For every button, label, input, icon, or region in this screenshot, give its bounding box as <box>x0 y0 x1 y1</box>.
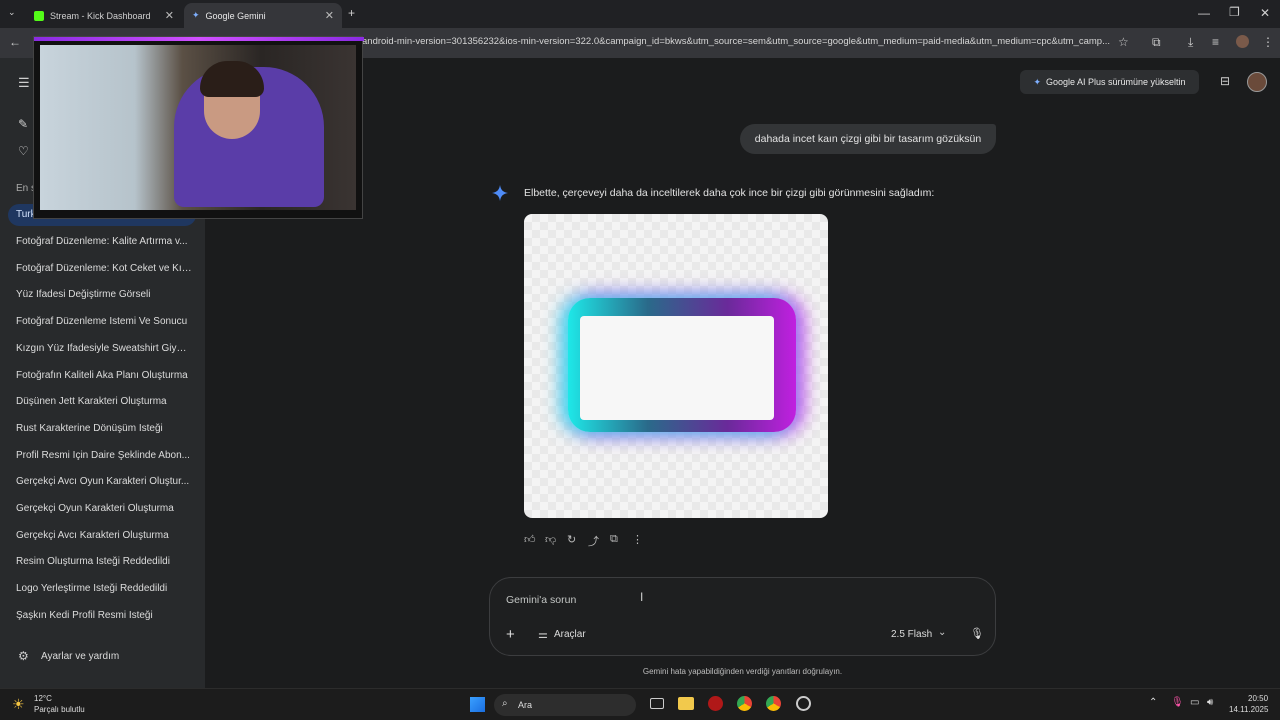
chevron-down-icon[interactable]: ⌄ <box>938 627 946 638</box>
download-icon[interactable]: ⤓ <box>1188 36 1193 48</box>
sidebar-chat-item[interactable]: Profil Resmi İçin Daire Şeklinde Abon... <box>16 450 192 461</box>
search-label: Ara <box>518 700 533 710</box>
sidebar-chat-item[interactable]: Gerçekçi Avcı Oyun Karakteri Oluştur... <box>16 476 192 487</box>
close-icon[interactable]: ✕ <box>165 9 174 22</box>
gemini-icon: ✦ <box>192 10 200 20</box>
disclaimer: Gemini hata yapabildiğinden verdiği yanı… <box>642 667 843 676</box>
display-icon[interactable]: ▭ <box>1190 697 1199 708</box>
share-icon[interactable]: ⤴ <box>588 533 599 549</box>
volume-icon[interactable]: 🔊︎ <box>1207 697 1213 708</box>
thumbs-down-icon[interactable]: 👎︎ <box>545 533 556 546</box>
chrome-active-icon[interactable] <box>766 696 781 711</box>
browser-tab-bar: ⌄ Stream - Kick Dashboard ✕ ✦ Google Gem… <box>0 0 1280 28</box>
generated-image[interactable] <box>524 214 828 518</box>
tray-chevron-icon[interactable]: ⌃ <box>1149 697 1157 708</box>
sidebar-chat-item[interactable]: Düşünen Jett Karakteri Oluşturma <box>16 396 192 407</box>
tab-label: Stream - Kick Dashboard <box>50 10 151 21</box>
media-icon[interactable]: ≡ <box>1212 36 1219 48</box>
sidebar-chat-item[interactable]: Resim Oluşturma İsteği Reddedildi <box>16 556 192 567</box>
start-icon[interactable] <box>470 697 485 712</box>
search-icon: ⌕ <box>502 698 508 709</box>
window-close-icon[interactable]: ✕ <box>1260 7 1270 19</box>
sidebar-chat-item[interactable]: Kızgın Yüz İfadesiyle Sweatshirt Giydi..… <box>16 343 192 354</box>
weather-icon: ☀ <box>12 696 25 712</box>
more-menu-icon[interactable]: ⋮ <box>1262 36 1274 48</box>
tab-google-gemini[interactable]: ✦ Google Gemini ✕ <box>184 3 342 28</box>
new-tab-icon[interactable]: + <box>348 7 355 19</box>
maximize-icon[interactable]: ❐ <box>1229 6 1240 18</box>
frame-center <box>580 316 774 420</box>
tools-button[interactable]: Araçlar <box>554 629 586 640</box>
minimize-icon[interactable]: — <box>1198 7 1210 19</box>
spark-icon: ✦ <box>1033 76 1041 87</box>
model-response: Elbette, çerçeveyi daha da inceltilerek … <box>524 187 935 199</box>
clock-time[interactable]: 20:50 <box>1248 694 1268 703</box>
file-explorer-icon[interactable] <box>678 697 694 710</box>
model-selector[interactable]: 2.5 Flash <box>891 629 932 640</box>
user-message: dahada incet kaın çizgi gibi bir tasarım… <box>740 124 996 154</box>
weather-desc: Parçalı bulutlu <box>34 705 85 714</box>
webcam-border <box>34 37 364 41</box>
bookmark-star-icon[interactable]: ☆ <box>1118 36 1129 48</box>
chrome-icon[interactable] <box>737 696 752 711</box>
sidebar-chat-item[interactable]: Fotoğraf Düzenleme: Kalite Artırma v... <box>16 236 192 247</box>
webcam-overlay <box>33 36 364 219</box>
sidebar-chat-item[interactable]: Gerçekçi Avcı Karakteri Oluşturma <box>16 530 192 541</box>
temporary-chat-icon[interactable]: ⊟ <box>1220 75 1230 87</box>
regenerate-icon[interactable]: ↻ <box>567 533 576 546</box>
sidebar-chat-item[interactable]: Rust Karakterine Dönüşüm İsteği <box>16 423 192 434</box>
close-icon[interactable]: ✕ <box>325 9 334 22</box>
tab-search-icon[interactable]: ⌄ <box>8 8 16 17</box>
tools-icon: ⚌ <box>538 629 548 641</box>
prompt-input-box[interactable]: Gemini'a sorun I + ⚌ Araçlar 2.5 Flash ⌄… <box>489 577 996 656</box>
microphone-tray-icon[interactable]: 🎙︎ <box>1171 697 1184 708</box>
prompt-input[interactable]: Gemini'a sorun <box>506 594 576 606</box>
tab-kick-dashboard[interactable]: Stream - Kick Dashboard ✕ <box>26 3 182 28</box>
thumbs-up-icon[interactable]: 👍︎ <box>524 533 536 546</box>
steam-icon[interactable] <box>796 696 811 711</box>
settings-label[interactable]: Ayarlar ve yardım <box>41 651 161 662</box>
microphone-icon[interactable]: 🎙︎ <box>970 627 984 640</box>
tab-label: Google Gemini <box>205 10 266 21</box>
new-chat-icon[interactable]: ✎ <box>18 118 28 130</box>
more-options-icon[interactable]: ⋮ <box>632 533 643 546</box>
sidebar-chat-item[interactable]: Fotoğrafın Kaliteli Aka Planı Oluşturma <box>16 370 192 381</box>
upgrade-button[interactable]: ✦ Google AI Plus sürümüne yükseltin <box>1020 70 1199 94</box>
kick-icon <box>34 10 44 21</box>
text-cursor-icon: I <box>640 590 644 604</box>
address-bar[interactable]: android-min-version=301356232&ios-min-ve… <box>362 36 1112 47</box>
taskbar: ☀ 12°C Parçalı bulutlu ⌕ Ara ⌃ 🎙︎ ▭ 🔊︎ 2… <box>0 688 1280 720</box>
sidebar-chat-item[interactable]: Gerçekçi Oyun Karakteri Oluşturma <box>16 503 192 514</box>
gems-icon[interactable]: ♡ <box>18 145 29 157</box>
upgrade-label: Google AI Plus sürümüne yükseltin <box>1045 77 1186 87</box>
sidebar-chat-item[interactable]: Şaşkın Kedi Profil Resmi İsteği <box>16 610 192 621</box>
user-avatar[interactable] <box>1247 72 1267 92</box>
sidebar-chat-item[interactable]: Logo Yerleştirme İsteği Reddedildi <box>16 583 192 594</box>
task-view-icon[interactable] <box>650 698 664 709</box>
clock-date[interactable]: 14.11.2025 <box>1229 705 1268 714</box>
extensions-icon[interactable]: ⧉ <box>1152 36 1161 48</box>
sidebar-chat-item[interactable]: Yüz İfadesi Değiştirme Görseli <box>16 289 192 300</box>
profile-avatar-icon[interactable] <box>1236 35 1249 48</box>
copy-icon[interactable]: ⧉ <box>610 533 618 546</box>
menu-icon[interactable]: ☰ <box>18 76 30 89</box>
sidebar-chat-item[interactable]: Fotoğraf Düzenleme: Kot Ceket ve Kız... <box>16 263 192 274</box>
settings-gear-icon[interactable]: ⚙ <box>18 650 29 662</box>
app-icon-red[interactable] <box>708 696 723 711</box>
search-box[interactable]: ⌕ Ara <box>494 694 636 716</box>
back-icon[interactable]: ← <box>9 36 21 48</box>
add-icon[interactable]: + <box>506 626 515 643</box>
sidebar-chat-item[interactable]: Fotoğraf Düzenleme İstemi Ve Sonucu <box>16 316 192 327</box>
weather-temp: 12°C <box>34 694 52 703</box>
gemini-star-icon <box>492 185 508 201</box>
